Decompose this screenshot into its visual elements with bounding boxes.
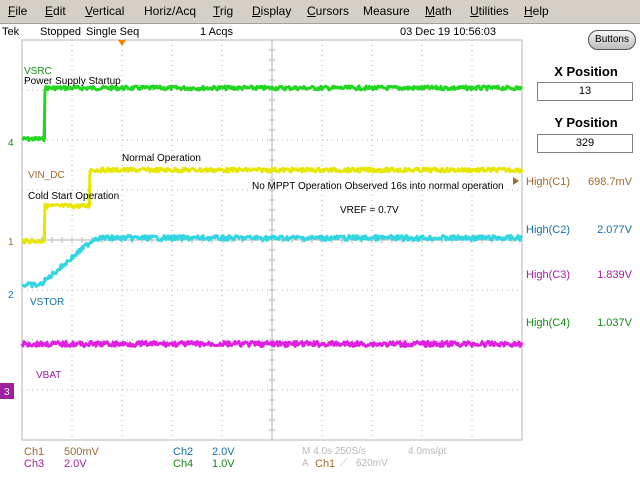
no-mppt-label: No MPPT Operation Observed 16s into norm… — [252, 181, 504, 192]
measurement-c3-label: High(C3) — [526, 269, 571, 281]
ch3-readout-name[interactable]: Ch3 — [24, 458, 44, 470]
brand-label: Tek — [2, 26, 20, 38]
x-position-title: X Position — [554, 64, 618, 79]
menu-display[interactable]: Display — [252, 4, 291, 18]
menu-math[interactable]: Math — [425, 4, 452, 18]
vstor-label: VSTOR — [30, 297, 64, 308]
horizontal-readout[interactable]: M 4.0s 250S/s — [302, 446, 366, 457]
trigger-level[interactable]: 620mV — [356, 458, 388, 469]
measurement-c1-value: 698.7mV — [587, 176, 632, 188]
measurement-c2-value: 2.077V — [597, 224, 632, 236]
acq-mode: Single Seq — [86, 26, 140, 38]
vbat-trace — [20, 340, 524, 348]
date-time: 03 Dec 19 10:56:03 — [400, 26, 497, 38]
menu-bar: File Edit Vertical Horiz/Acq Trig Displa… — [0, 0, 640, 24]
vin-dc-label: VIN_DC — [28, 170, 65, 181]
power-supply-startup-label: Power Supply Startup — [24, 76, 121, 87]
measurement-c4-label: High(C4) — [526, 317, 571, 329]
ch2-readout-scale[interactable]: 2.0V — [212, 446, 235, 458]
measurement-c2-label: High(C2) — [526, 224, 571, 236]
menu-cursors[interactable]: Cursors — [307, 4, 349, 18]
trigger-source[interactable]: Ch1 — [315, 458, 335, 470]
waveform-display[interactable]: VSRC Power Supply Startup Normal Operati… — [0, 38, 528, 442]
menu-vertical[interactable]: Vertical — [85, 4, 124, 18]
menu-utilities[interactable]: Utilities — [470, 4, 509, 18]
measurement-c1-label: High(C1) — [526, 176, 571, 188]
ch4-readout-name[interactable]: Ch4 — [173, 458, 193, 470]
menu-measure[interactable]: Measure — [363, 4, 410, 18]
x-position-field[interactable]: 13 — [537, 82, 633, 101]
ch4-readout-scale[interactable]: 1.0V — [212, 458, 235, 470]
ch3-marker: 3 — [4, 387, 10, 398]
trigger-mode[interactable]: A — [302, 458, 309, 469]
ch4-marker: 4 — [8, 138, 14, 149]
ch3-readout-scale[interactable]: 2.0V — [64, 458, 87, 470]
menu-help[interactable]: Help — [524, 4, 549, 18]
ch1-readout-scale[interactable]: 500mV — [64, 446, 99, 458]
menu-horiz-acq[interactable]: Horiz/Acq — [144, 4, 196, 18]
trigger-slope-icon: ⟋ — [340, 458, 347, 469]
ch2-readout-name[interactable]: Ch2 — [173, 446, 193, 458]
time-per-point: 4.0ms/pt — [408, 446, 447, 457]
menu-file[interactable]: File — [8, 4, 27, 18]
normal-operation-label: Normal Operation — [122, 153, 201, 164]
menu-edit[interactable]: Edit — [45, 4, 66, 18]
ch1-readout-name[interactable]: Ch1 — [24, 446, 44, 458]
vref-label: VREF = 0.7V — [340, 205, 399, 216]
y-position-title: Y Position — [554, 115, 618, 130]
measurement-c3-value: 1.839V — [597, 269, 632, 281]
cold-start-label: Cold Start Operation — [28, 191, 119, 202]
buttons-toggle-button[interactable]: Buttons — [588, 30, 636, 50]
acq-count: 1 Acqs — [200, 26, 234, 38]
acq-state: Stopped — [40, 26, 81, 38]
y-position-field[interactable]: 329 — [537, 134, 633, 153]
ch2-marker: 2 — [8, 290, 14, 301]
measurement-c4-value: 1.037V — [597, 317, 632, 329]
vbat-label: VBAT — [36, 370, 61, 381]
menu-trig[interactable]: Trig — [213, 4, 233, 18]
ch1-marker: 1 — [8, 237, 14, 248]
